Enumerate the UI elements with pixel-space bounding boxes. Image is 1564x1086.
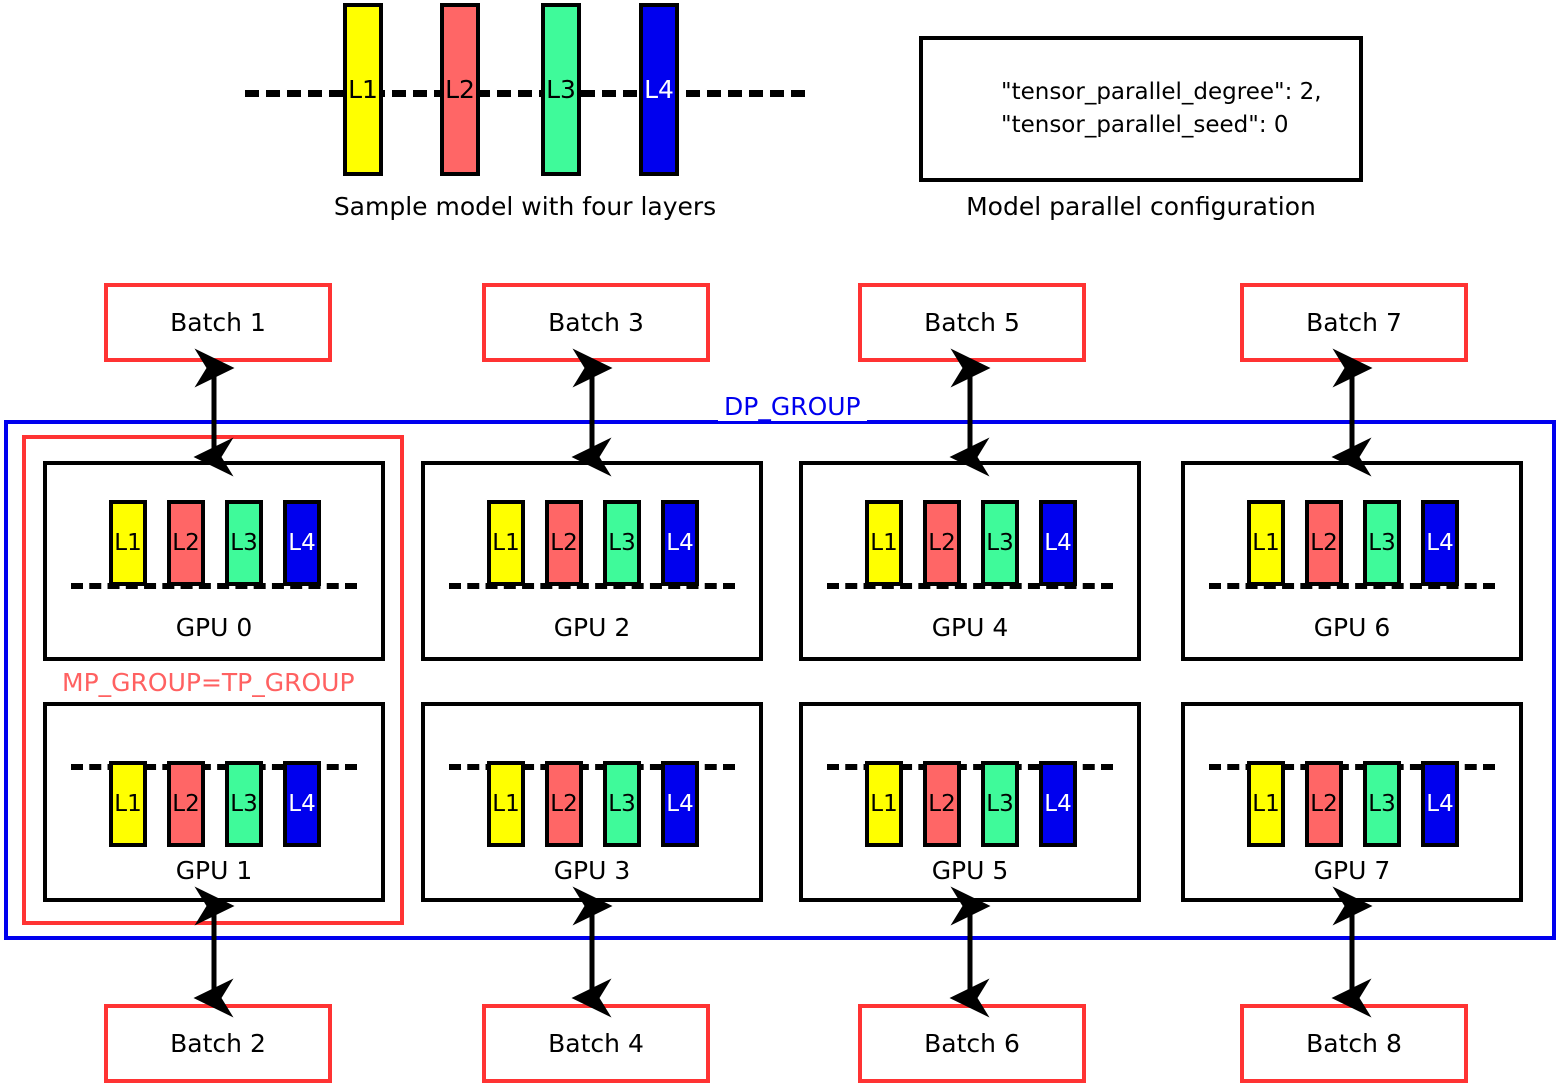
diagram-canvas: L1 L2 L3 L4 Sample model with four layer… — [0, 0, 1564, 1086]
connector-arrows — [193, 348, 1373, 1018]
